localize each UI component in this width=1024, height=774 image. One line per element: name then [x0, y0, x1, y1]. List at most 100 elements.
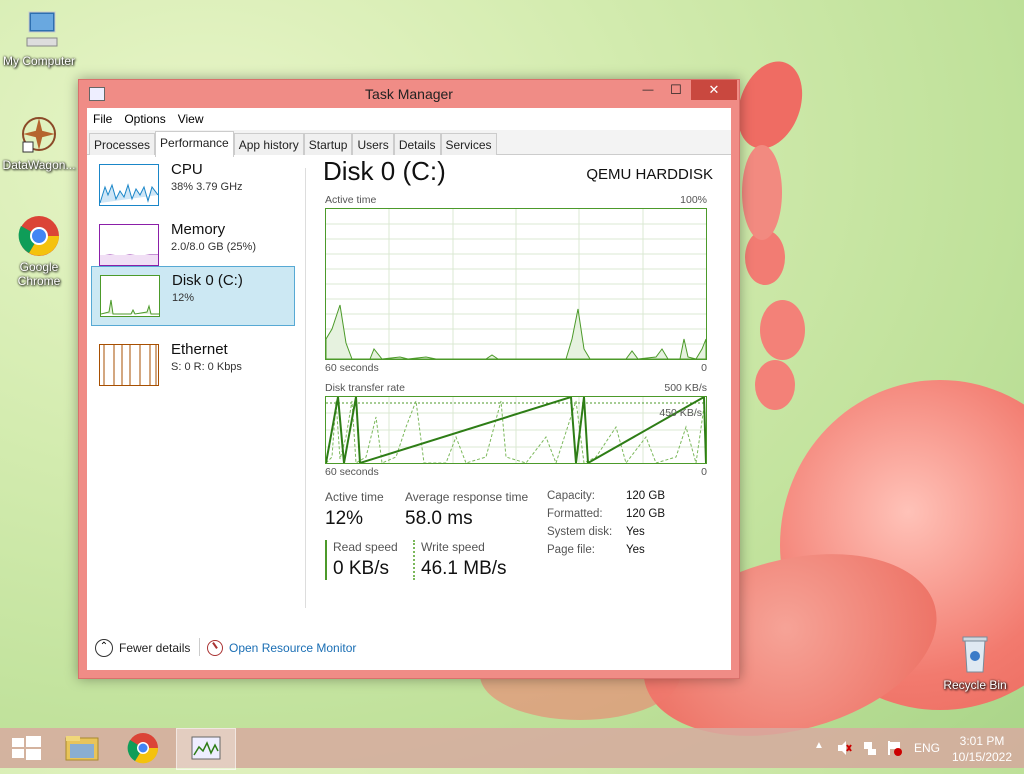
taskbar-chrome[interactable]: [116, 728, 170, 768]
open-resource-monitor-label: Open Resource Monitor: [229, 641, 357, 655]
chrome-icon: [17, 214, 61, 258]
active-time-graph: [325, 208, 707, 360]
resource-sub: 38% 3.79 GHz: [171, 181, 243, 193]
maximize-button[interactable]: ☐: [663, 80, 689, 100]
resource-sub: 12%: [172, 292, 195, 304]
desktop-icon-label: My Computer: [2, 54, 76, 68]
tab-processes[interactable]: Processes: [89, 133, 156, 155]
graph1-label: Active time: [325, 194, 377, 206]
resource-item-memory[interactable]: Memory 2.0/8.0 GB (25%): [91, 216, 293, 272]
resource-name: Ethernet: [171, 341, 228, 358]
clock-time: 3:01 PM: [959, 734, 1005, 748]
read-speed-bar: [325, 540, 327, 580]
read-speed-value: 0 KB/s: [333, 558, 389, 579]
graph2-label: Disk transfer rate: [325, 382, 405, 394]
resource-item-cpu[interactable]: CPU 38% 3.79 GHz: [91, 156, 293, 212]
tab-details[interactable]: Details: [393, 133, 441, 155]
tab-users[interactable]: Users: [352, 133, 394, 155]
fewer-details-label: Fewer details: [119, 641, 191, 655]
graph1-xlabel: 60 seconds: [325, 362, 379, 374]
resource-item-disk[interactable]: Disk 0 (C:) 12%: [91, 266, 295, 326]
page-file-label: Page file:: [547, 544, 595, 556]
start-button[interactable]: [0, 728, 54, 768]
footer-bar: ⌃ Fewer details Open Resource Monitor: [87, 628, 731, 668]
write-speed-bar: [413, 540, 415, 580]
resource-item-ethernet[interactable]: Ethernet S: 0 R: 0 Kbps: [91, 336, 293, 392]
pane-divider[interactable]: [305, 168, 306, 608]
desktop-icon-label: Google Chrome: [17, 260, 61, 288]
language-indicator[interactable]: ENG: [914, 741, 940, 755]
recycle-bin-icon: [953, 632, 997, 676]
detail-title: Disk 0 (C:): [323, 156, 446, 186]
formatted-value: 120 GB: [626, 508, 665, 520]
tab-performance[interactable]: Performance: [155, 131, 234, 157]
window-client: File Options View Processes Performance …: [87, 108, 731, 670]
resource-name: CPU: [171, 161, 203, 178]
read-speed-label: Read speed: [333, 540, 398, 554]
disk-thumbnail-graph: [100, 275, 160, 317]
resource-name: Memory: [171, 221, 226, 238]
graph2-xlabel: 60 seconds: [325, 466, 379, 478]
resource-sub: 2.0/8.0 GB (25%): [171, 241, 256, 253]
volume-muted-icon[interactable]: [836, 740, 852, 756]
menu-bar: File Options View: [87, 108, 731, 130]
datawagon-icon: [17, 112, 61, 156]
graph2-max: 500 KB/s: [664, 382, 707, 394]
network-icon[interactable]: [862, 740, 878, 756]
active-time-label: Active time: [325, 490, 384, 504]
fewer-details-button[interactable]: ⌃ Fewer details: [95, 638, 190, 658]
write-speed-value: 46.1 MB/s: [421, 558, 507, 579]
menu-options[interactable]: Options: [118, 108, 171, 130]
clock-date: 10/15/2022: [951, 750, 1013, 764]
system-disk-label: System disk:: [547, 526, 613, 538]
desktop-icon-label: Recycle Bin: [943, 678, 1007, 692]
page-file-value: Yes: [626, 544, 645, 556]
avg-response-label: Average response time: [405, 490, 529, 504]
title-bar[interactable]: Task Manager — ☐ ✕: [79, 80, 739, 108]
taskbar: ▲ ENG 3:01 PM 10/15/2022: [0, 728, 1024, 770]
desktop-icon-google-chrome[interactable]: Google Chrome: [0, 214, 78, 288]
windows-logo-icon: [12, 736, 41, 760]
ethernet-thumbnail-graph: [99, 344, 159, 386]
clock[interactable]: 3:01 PM 10/15/2022: [944, 733, 1020, 765]
computer-icon: [17, 8, 61, 52]
resource-monitor-icon: [207, 640, 223, 656]
tab-startup[interactable]: Startup: [303, 133, 353, 155]
write-speed-label: Write speed: [421, 540, 485, 554]
resource-list: CPU 38% 3.79 GHz Memory 2.0/8.0 GB (25%)…: [87, 156, 301, 616]
active-time-value: 12%: [325, 508, 364, 529]
tab-services[interactable]: Services: [440, 133, 497, 155]
taskbar-task-manager[interactable]: [176, 728, 236, 770]
graph2-mid: 450 KB/s: [659, 407, 702, 419]
avg-response-value: 58.0 ms: [405, 508, 473, 529]
show-hidden-icons-button[interactable]: ▲: [814, 740, 824, 751]
folder-icon: [65, 736, 99, 761]
tab-app-history[interactable]: App history: [233, 133, 304, 155]
graph1-min: 0: [701, 362, 707, 374]
resource-sub: S: 0 R: 0 Kbps: [171, 361, 242, 373]
desktop-icon-datawagon[interactable]: DataWagon...: [0, 112, 78, 172]
graph1-max: 100%: [680, 194, 707, 206]
minimize-button[interactable]: —: [635, 80, 661, 100]
action-center-flag-icon[interactable]: [886, 740, 902, 756]
capacity-value: 120 GB: [626, 490, 665, 502]
menu-file[interactable]: File: [87, 108, 118, 130]
memory-thumbnail-graph: [99, 224, 159, 266]
transfer-rate-graph: 450 KB/s: [325, 395, 707, 465]
menu-view[interactable]: View: [172, 108, 210, 130]
taskbar-file-explorer[interactable]: [56, 728, 110, 768]
task-manager-window: Task Manager — ☐ ✕ File Options View Pro…: [78, 79, 740, 679]
desktop-icon-recycle-bin[interactable]: Recycle Bin: [936, 632, 1014, 692]
close-button[interactable]: ✕: [691, 80, 737, 100]
cpu-thumbnail-graph: [99, 164, 159, 206]
desktop-icon-my-computer[interactable]: My Computer: [0, 8, 78, 68]
disk-model: QEMU HARDDISK: [586, 166, 713, 183]
formatted-label: Formatted:: [547, 508, 603, 520]
footer-divider: [199, 638, 200, 656]
chrome-icon: [127, 733, 159, 764]
system-disk-value: Yes: [626, 526, 645, 538]
capacity-label: Capacity:: [547, 490, 595, 502]
disk-detail-panel: Disk 0 (C:) QEMU HARDDISK Active time 10…: [323, 156, 713, 616]
chevron-up-icon: ⌃: [95, 639, 113, 657]
open-resource-monitor-link[interactable]: Open Resource Monitor: [207, 638, 356, 658]
